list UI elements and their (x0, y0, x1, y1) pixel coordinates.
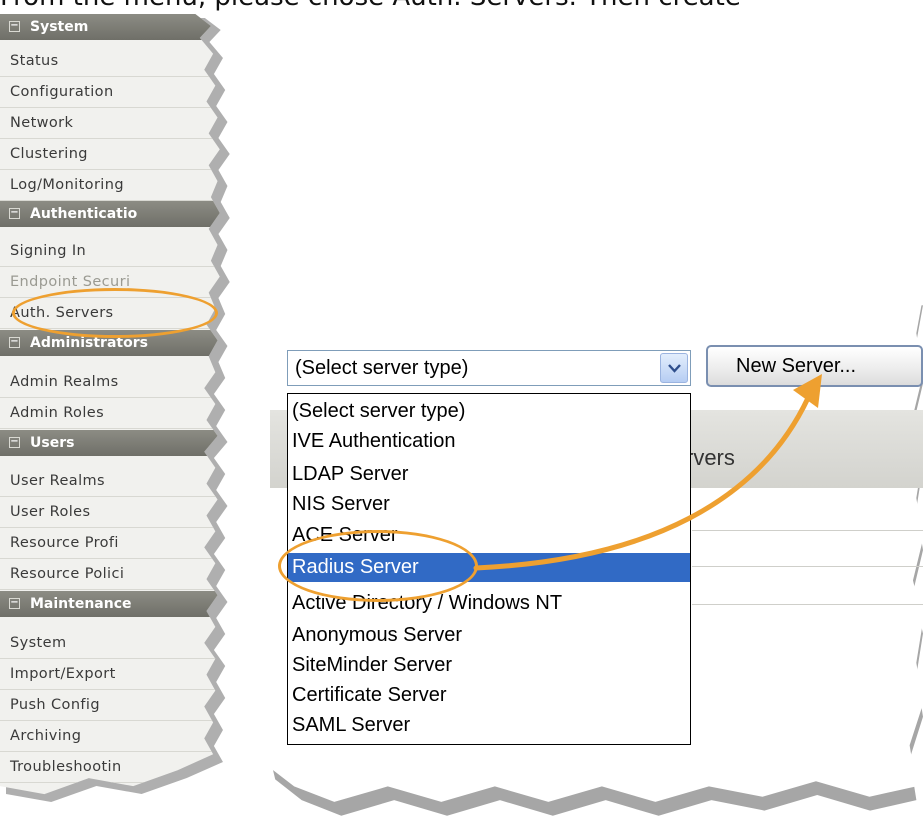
nav-item-clustering[interactable]: Clustering (0, 139, 220, 170)
new-server-button[interactable]: New Server... (706, 345, 923, 387)
nav-header-label: Users (30, 435, 75, 451)
nav-item-resource-profiles[interactable]: Resource Profi (0, 528, 220, 559)
chevron-down-icon[interactable] (660, 353, 688, 383)
left-nav-panel: − System Status Configuration Network Clu… (0, 14, 238, 821)
nav-header-users[interactable]: − Users (0, 430, 220, 456)
collapse-icon[interactable]: − (9, 598, 20, 609)
dropdown-option[interactable]: (Select server type) (288, 397, 690, 426)
nav-header-maintenance[interactable]: − Maintenance (0, 591, 220, 617)
dropdown-option[interactable]: Certificate Server (288, 681, 690, 710)
nav-item-network[interactable]: Network (0, 108, 220, 139)
dropdown-option[interactable]: Anonymous Server (288, 621, 690, 650)
table-row-divider (692, 530, 923, 531)
nav-item-signing-in[interactable]: Signing In (0, 236, 220, 267)
nav-item-user-realms[interactable]: User Realms (0, 466, 220, 497)
nav-item-push-config[interactable]: Push Config (0, 690, 220, 721)
collapse-icon[interactable]: − (9, 208, 20, 219)
left-nav: − System Status Configuration Network Clu… (0, 14, 220, 795)
nav-item-user-roles[interactable]: User Roles (0, 497, 220, 528)
dropdown-option[interactable]: LDAP Server (288, 460, 690, 489)
dropdown-option[interactable]: IVE Authentication (288, 427, 690, 456)
nav-item-log-monitoring[interactable]: Log/Monitoring (0, 170, 220, 201)
dropdown-option[interactable]: SAML Server (288, 711, 690, 740)
nav-header-label: Maintenance (30, 596, 132, 612)
dropdown-option[interactable]: SiteMinder Server (288, 651, 690, 680)
nav-item-admin-roles[interactable]: Admin Roles (0, 398, 220, 429)
nav-item-resource-policies[interactable]: Resource Polici (0, 559, 220, 590)
table-row-divider (692, 604, 923, 605)
nav-header-system[interactable]: − System (0, 14, 220, 40)
collapse-icon[interactable]: − (9, 21, 20, 32)
server-type-select-value: (Select server type) (295, 357, 469, 379)
nav-header-label: Authenticatio (30, 206, 138, 222)
radius-server-highlight-ring (278, 530, 478, 602)
nav-header-label: System (30, 19, 89, 35)
nav-item-status[interactable]: Status (0, 46, 220, 77)
collapse-icon[interactable]: − (9, 337, 20, 348)
table-header-text: rvers (686, 445, 735, 470)
collapse-icon[interactable]: − (9, 437, 20, 448)
table-row-divider (692, 566, 923, 567)
server-type-select[interactable]: (Select server type) (287, 350, 691, 386)
nav-item-archiving[interactable]: Archiving (0, 721, 220, 752)
nav-header-authentication[interactable]: − Authenticatio (0, 201, 220, 227)
nav-item-system[interactable]: System (0, 628, 220, 659)
dropdown-option[interactable]: NIS Server (288, 490, 690, 519)
nav-item-admin-realms[interactable]: Admin Realms (0, 367, 220, 398)
nav-item-import-export[interactable]: Import/Export (0, 659, 220, 690)
auth-servers-highlight-ring (12, 288, 218, 338)
nav-item-configuration[interactable]: Configuration (0, 77, 220, 108)
